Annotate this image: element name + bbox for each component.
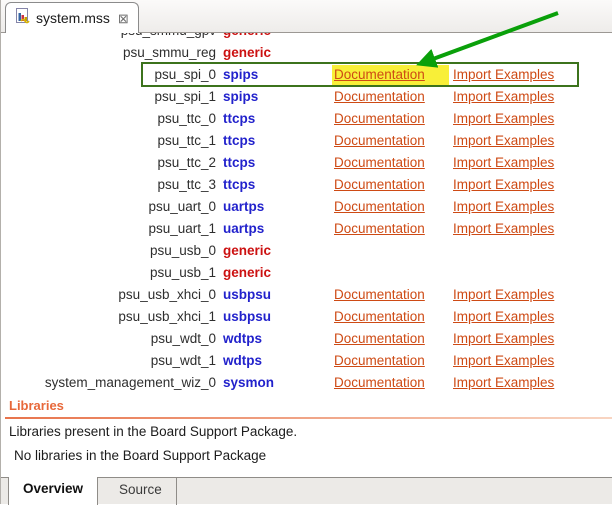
peripheral-row: psu_uart_1 uartps Documentation Import E… (1, 218, 612, 240)
peripheral-row: psu_usb_1 generic (1, 262, 612, 284)
bsp-overview-window: system.mss ⊠ psu_smmu_gpv generic psu_sm… (0, 0, 612, 504)
import-examples-link[interactable]: Import Examples (453, 350, 554, 372)
peripheral-row: psu_spi_0 spips Documentation Import Exa… (1, 64, 612, 86)
import-examples-link[interactable]: Import Examples (453, 174, 554, 196)
page-tab-bar: Overview Source (1, 477, 612, 504)
peripheral-driver-name: generic (223, 240, 271, 262)
import-examples-link[interactable]: Import Examples (453, 152, 554, 174)
peripheral-driver-name: spips (223, 64, 258, 86)
peripheral-row: psu_usb_xhci_0 usbpsu Documentation Impo… (1, 284, 612, 306)
peripheral-driver-name: generic (223, 262, 271, 284)
peripheral-driver-name: uartps (223, 218, 264, 240)
peripheral-instance-name: psu_wdt_0 (1, 328, 216, 350)
documentation-link[interactable]: Documentation (334, 64, 425, 86)
libraries-description: Libraries present in the Board Support P… (9, 424, 297, 439)
import-examples-link[interactable]: Import Examples (453, 64, 554, 86)
peripheral-driver-name: generic (223, 42, 271, 64)
documentation-link[interactable]: Documentation (334, 306, 425, 328)
tab-source[interactable]: Source (105, 478, 177, 505)
peripheral-instance-name: psu_ttc_2 (1, 152, 216, 174)
peripheral-instance-name: psu_uart_0 (1, 196, 216, 218)
documentation-link[interactable]: Documentation (334, 218, 425, 240)
documentation-link[interactable]: Documentation (334, 86, 425, 108)
peripheral-instance-name: psu_uart_1 (1, 218, 216, 240)
import-examples-link[interactable]: Import Examples (453, 196, 554, 218)
peripheral-row: psu_uart_0 uartps Documentation Import E… (1, 196, 612, 218)
peripheral-instance-name: psu_usb_xhci_0 (1, 284, 216, 306)
import-examples-link[interactable]: Import Examples (453, 108, 554, 130)
peripheral-driver-name: usbpsu (223, 306, 271, 328)
documentation-link[interactable]: Documentation (334, 372, 425, 394)
peripheral-row: system_management_wiz_0 sysmon Documenta… (1, 372, 612, 394)
import-examples-link[interactable]: Import Examples (453, 284, 554, 306)
peripheral-driver-name: ttcps (223, 174, 255, 196)
peripheral-driver-name: ttcps (223, 108, 255, 130)
tab-overview[interactable]: Overview (8, 477, 98, 505)
peripheral-instance-name: psu_usb_1 (1, 262, 216, 284)
peripheral-instance-name: psu_usb_0 (1, 240, 216, 262)
peripheral-instance-name: psu_spi_0 (1, 64, 216, 86)
libraries-rule (5, 417, 612, 419)
peripheral-instance-name: psu_spi_1 (1, 86, 216, 108)
peripheral-instance-name: psu_ttc_3 (1, 174, 216, 196)
documentation-link[interactable]: Documentation (334, 174, 425, 196)
import-examples-link[interactable]: Import Examples (453, 372, 554, 394)
peripheral-instance-name: psu_wdt_1 (1, 350, 216, 372)
documentation-link[interactable]: Documentation (334, 108, 425, 130)
peripheral-row: psu_usb_0 generic (1, 240, 612, 262)
peripheral-row: psu_spi_1 spips Documentation Import Exa… (1, 86, 612, 108)
editor-tab-system-mss[interactable]: system.mss ⊠ (5, 2, 139, 33)
peripheral-list: psu_smmu_gpv generic psu_smmu_reg generi… (1, 33, 612, 394)
peripheral-instance-name: psu_ttc_0 (1, 108, 216, 130)
peripheral-driver-name: wdtps (223, 350, 262, 372)
libraries-empty-message: No libraries in the Board Support Packag… (14, 448, 266, 463)
import-examples-link[interactable]: Import Examples (453, 218, 554, 240)
peripheral-driver-name: uartps (223, 196, 264, 218)
import-examples-link[interactable]: Import Examples (453, 306, 554, 328)
editor-tab-bar: system.mss ⊠ (1, 0, 612, 33)
peripheral-row: psu_ttc_3 ttcps Documentation Import Exa… (1, 174, 612, 196)
documentation-link[interactable]: Documentation (334, 284, 425, 306)
close-icon[interactable]: ⊠ (118, 12, 129, 25)
peripheral-instance-name: system_management_wiz_0 (1, 372, 216, 394)
peripheral-row: psu_usb_xhci_1 usbpsu Documentation Impo… (1, 306, 612, 328)
editor-tab-title: system.mss (36, 10, 110, 26)
import-examples-link[interactable]: Import Examples (453, 328, 554, 350)
peripheral-row: psu_ttc_0 ttcps Documentation Import Exa… (1, 108, 612, 130)
peripheral-instance-name: psu_smmu_gpv (1, 33, 216, 42)
peripheral-row: psu_wdt_0 wdtps Documentation Import Exa… (1, 328, 612, 350)
peripheral-row: psu_smmu_reg generic (1, 42, 612, 64)
documentation-link[interactable]: Documentation (334, 328, 425, 350)
documentation-link[interactable]: Documentation (334, 152, 425, 174)
documentation-link[interactable]: Documentation (334, 130, 425, 152)
peripheral-instance-name: psu_usb_xhci_1 (1, 306, 216, 328)
peripheral-row: psu_ttc_1 ttcps Documentation Import Exa… (1, 130, 612, 152)
peripheral-driver-name: ttcps (223, 130, 255, 152)
peripheral-driver-name: ttcps (223, 152, 255, 174)
peripheral-row: psu_smmu_gpv generic (1, 33, 612, 42)
peripheral-driver-name: spips (223, 86, 258, 108)
peripheral-driver-name: sysmon (223, 372, 274, 394)
peripheral-instance-name: psu_smmu_reg (1, 42, 216, 64)
peripheral-row: psu_ttc_2 ttcps Documentation Import Exa… (1, 152, 612, 174)
peripheral-driver-name: wdtps (223, 328, 262, 350)
documentation-link[interactable]: Documentation (334, 350, 425, 372)
mss-file-icon (15, 8, 30, 29)
peripheral-instance-name: psu_ttc_1 (1, 130, 216, 152)
import-examples-link[interactable]: Import Examples (453, 86, 554, 108)
peripheral-row: psu_wdt_1 wdtps Documentation Import Exa… (1, 350, 612, 372)
overview-content: psu_smmu_gpv generic psu_smmu_reg generi… (1, 33, 612, 477)
peripheral-driver-name: usbpsu (223, 284, 271, 306)
libraries-heading: Libraries (9, 398, 64, 413)
documentation-link[interactable]: Documentation (334, 196, 425, 218)
import-examples-link[interactable]: Import Examples (453, 130, 554, 152)
peripheral-driver-name: generic (223, 33, 271, 42)
